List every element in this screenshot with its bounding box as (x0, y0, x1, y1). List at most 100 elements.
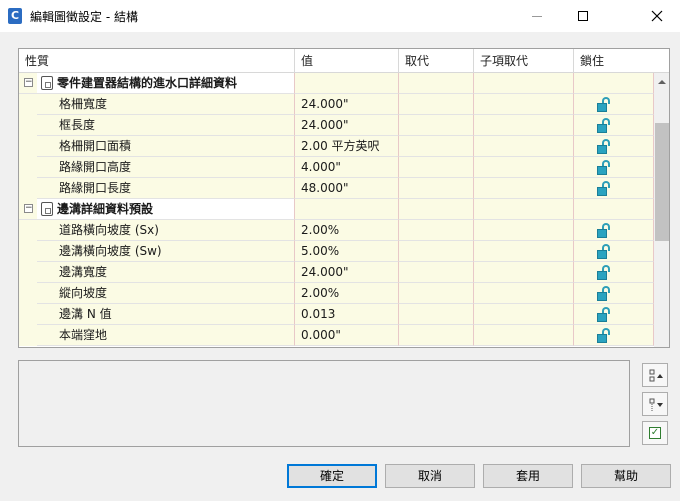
expand-all-button[interactable] (642, 363, 668, 387)
column-header-property[interactable]: 性質 (19, 49, 295, 73)
cancel-button[interactable]: 取消 (385, 464, 475, 488)
property-value[interactable]: 5.00% (295, 241, 399, 262)
override-cell (399, 262, 474, 283)
vertical-scrollbar[interactable] (654, 73, 669, 347)
scroll-up-arrow[interactable] (654, 73, 669, 90)
property-label-text: 零件建置器結構的進水口詳細資料 (57, 76, 238, 90)
property-row[interactable]: 道路橫向坡度 (Sx) 2.00% (19, 220, 654, 241)
row-gutter (19, 115, 37, 136)
property-value[interactable]: 2.00 平方英呎 (295, 136, 399, 157)
override-cell (399, 241, 474, 262)
close-button[interactable] (634, 0, 680, 32)
property-row[interactable]: 路緣開口長度 48.000" (19, 178, 654, 199)
unlocked-icon[interactable] (597, 97, 611, 112)
minimize-icon (532, 15, 542, 17)
property-label: 本端窪地 (37, 325, 295, 346)
property-row[interactable]: 邊溝 N 值 0.013 (19, 304, 654, 325)
child-override-cell (474, 241, 574, 262)
unlocked-icon[interactable] (597, 223, 611, 238)
property-value[interactable]: 2.00% (295, 283, 399, 304)
override-cell (399, 304, 474, 325)
property-value[interactable]: 24.000" (295, 115, 399, 136)
override-cell (399, 325, 474, 346)
unlocked-icon[interactable] (597, 118, 611, 133)
property-label: 邊溝寬度 (37, 262, 295, 283)
property-value[interactable]: 0.000" (295, 325, 399, 346)
property-row[interactable]: 框長度 24.000" (19, 115, 654, 136)
column-header-override[interactable]: 取代 (399, 49, 474, 73)
property-label-text: 格柵開口面積 (59, 139, 132, 153)
property-label: 框長度 (37, 115, 295, 136)
minimize-button[interactable] (514, 0, 560, 32)
lock-cell (574, 199, 654, 220)
lock-cell (574, 136, 654, 157)
category-row[interactable]: − 零件建置器結構的進水口詳細資料 (19, 73, 654, 94)
override-cell (399, 94, 474, 115)
child-override-cell (474, 157, 574, 178)
category-row[interactable]: − 邊溝詳細資料預設 (19, 199, 654, 220)
collapse-all-button[interactable] (642, 392, 668, 416)
property-label: 格柵開口面積 (37, 136, 295, 157)
override-cell (399, 136, 474, 157)
maximize-icon (578, 11, 588, 21)
row-gutter (19, 262, 37, 283)
column-header-value[interactable]: 值 (295, 49, 399, 73)
child-override-cell (474, 262, 574, 283)
property-value[interactable]: 2.00% (295, 220, 399, 241)
row-gutter (19, 325, 37, 346)
apply-button[interactable]: 套用 (483, 464, 573, 488)
maximize-button[interactable] (560, 0, 606, 32)
unlocked-icon[interactable] (597, 244, 611, 259)
check-button[interactable]: ✓ (642, 421, 668, 445)
ok-button[interactable]: 確定 (287, 464, 377, 488)
window-title: 編輯圖徵設定 - 結構 (30, 10, 138, 24)
unlocked-icon[interactable] (597, 265, 611, 280)
row-gutter (19, 220, 37, 241)
property-row[interactable]: 本端窪地 0.000" (19, 325, 654, 346)
lock-cell (574, 73, 654, 94)
property-row[interactable]: 格柵寬度 24.000" (19, 94, 654, 115)
child-override-cell (474, 325, 574, 346)
column-header-lock[interactable]: 鎖住 (574, 49, 669, 73)
override-cell (399, 73, 474, 94)
property-value[interactable]: 24.000" (295, 262, 399, 283)
unlocked-icon[interactable] (597, 181, 611, 196)
lock-cell (574, 157, 654, 178)
child-override-cell (474, 73, 574, 94)
row-gutter (19, 157, 37, 178)
lock-cell (574, 94, 654, 115)
column-header-child-override[interactable]: 子項取代 (474, 49, 574, 73)
child-override-cell (474, 178, 574, 199)
unlocked-icon[interactable] (597, 139, 611, 154)
checkmark-icon: ✓ (649, 427, 661, 439)
scroll-thumb[interactable] (655, 123, 669, 241)
property-value (295, 199, 399, 220)
property-row[interactable]: 路緣開口高度 4.000" (19, 157, 654, 178)
collapse-all-icon (649, 398, 663, 411)
unlocked-icon[interactable] (597, 286, 611, 301)
property-value (295, 73, 399, 94)
expand-all-icon (649, 369, 663, 382)
property-value[interactable]: 48.000" (295, 178, 399, 199)
description-panel (18, 360, 630, 447)
property-row[interactable]: 縱向坡度 2.00% (19, 283, 654, 304)
property-grid: 性質 值 取代 子項取代 鎖住 − 零件建置器結構的進水口詳細資料 格柵寬度 24.0… (18, 48, 670, 348)
dialog-body: 性質 值 取代 子項取代 鎖住 − 零件建置器結構的進水口詳細資料 格柵寬度 24.0… (0, 32, 680, 501)
lock-cell (574, 283, 654, 304)
property-value[interactable]: 4.000" (295, 157, 399, 178)
property-value[interactable]: 0.013 (295, 304, 399, 325)
property-value[interactable]: 24.000" (295, 94, 399, 115)
property-label: 邊溝 N 值 (37, 304, 295, 325)
category-icon (41, 202, 53, 216)
property-row[interactable]: 邊溝寬度 24.000" (19, 262, 654, 283)
unlocked-icon[interactable] (597, 160, 611, 175)
lock-cell (574, 178, 654, 199)
property-label: 路緣開口高度 (37, 157, 295, 178)
property-label-text: 框長度 (59, 118, 96, 132)
unlocked-icon[interactable] (597, 307, 611, 322)
help-button[interactable]: 幫助 (581, 464, 671, 488)
unlocked-icon[interactable] (597, 328, 611, 343)
property-row[interactable]: 格柵開口面積 2.00 平方英呎 (19, 136, 654, 157)
lock-cell (574, 115, 654, 136)
property-row[interactable]: 邊溝橫向坡度 (Sw) 5.00% (19, 241, 654, 262)
